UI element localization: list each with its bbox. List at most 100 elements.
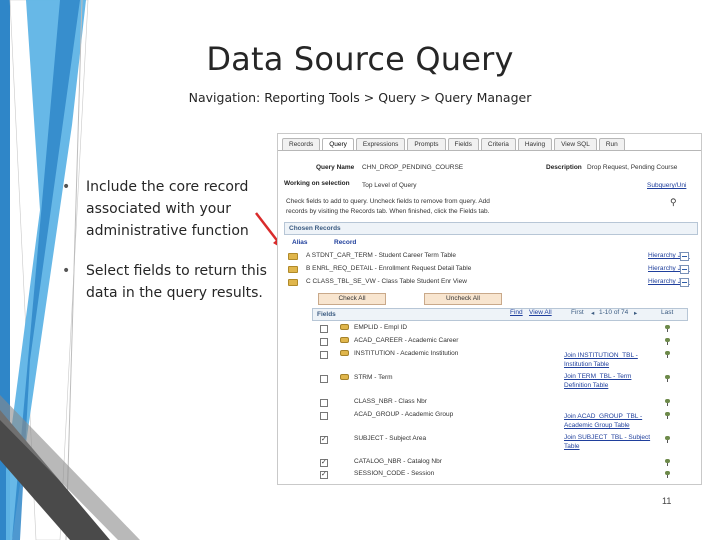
tree-icon[interactable]: [664, 399, 671, 406]
field-checkbox[interactable]: [320, 457, 328, 469]
join-link[interactable]: Join ACAD_GROUP_TBL - Academic Group Tab…: [564, 412, 656, 430]
field-checkbox[interactable]: [320, 375, 328, 383]
tab-records[interactable]: Records: [282, 138, 321, 150]
field-row: INSTITUTION - Academic Institution Join …: [318, 348, 688, 368]
tab-having[interactable]: Having: [517, 138, 553, 150]
delete-record-icon[interactable]: [680, 278, 689, 287]
find-link[interactable]: Find: [510, 309, 523, 316]
tree-icon[interactable]: [664, 459, 671, 466]
subquery-link[interactable]: Subquery/Uni: [647, 182, 686, 189]
tree-icon[interactable]: [664, 412, 671, 419]
field-name: EMPLID - Empl ID: [354, 324, 408, 331]
field-checkbox[interactable]: [320, 412, 328, 420]
tree-icon[interactable]: [664, 375, 671, 382]
field-name: INSTITUTION - Academic Institution: [354, 350, 459, 357]
alias-column-header: Alias: [292, 239, 308, 246]
bullet-dot: •: [62, 179, 71, 195]
instructions-line: records by visiting the Records tab. Whe…: [286, 208, 490, 215]
view-all-link[interactable]: View All: [529, 309, 552, 316]
description-value: Drop Request, Pending Course: [587, 164, 678, 171]
check-all-button[interactable]: Check All: [318, 293, 386, 305]
field-row: CATALOG_NBR - Catalog Nbr: [318, 456, 688, 469]
field-row: SESSION_CODE - Session: [318, 468, 688, 481]
key-icon: [340, 374, 349, 380]
working-on-selection-label: Working on selection: [284, 180, 350, 187]
chosen-records-header: Chosen Records: [284, 222, 698, 235]
slide: Data Source Query Navigation: Reporting …: [0, 0, 720, 540]
working-on-selection-value: Top Level of Query: [362, 182, 417, 189]
slide-title: Data Source Query: [206, 40, 514, 78]
first-link[interactable]: First: [571, 309, 584, 316]
delete-record-icon[interactable]: [680, 265, 689, 274]
bullet-item: • Select fields to return this data in t…: [60, 260, 270, 304]
tab-divider: [278, 150, 701, 151]
field-row: EMPLID - Empl ID: [318, 322, 688, 334]
fields-title: Fields: [317, 311, 336, 318]
join-link[interactable]: Join SUBJECT_TBL - Subject Table: [564, 433, 656, 451]
tree-icon[interactable]: [664, 471, 671, 478]
bullet-text: Include the core record associated with …: [86, 179, 249, 239]
field-checkbox[interactable]: [320, 325, 328, 333]
field-checkbox[interactable]: [320, 399, 328, 407]
join-link[interactable]: Join INSTITUTION_TBL - Institution Table: [564, 351, 656, 369]
slide-subtitle: Navigation: Reporting Tools > Query > Qu…: [188, 90, 532, 105]
folder-icon[interactable]: [288, 279, 298, 286]
field-name: CATALOG_NBR - Catalog Nbr: [354, 458, 442, 465]
record-name: C CLASS_TBL_SE_VW - Class Table Student …: [306, 278, 467, 285]
field-checkbox[interactable]: [320, 351, 328, 359]
instructions-line: Check fields to add to query. Uncheck fi…: [286, 198, 490, 205]
field-name: STRM - Term: [354, 374, 393, 381]
left-arrow-icon[interactable]: ◂: [591, 309, 594, 317]
key-icon: [340, 350, 349, 356]
page-indicator: 1-10 of 74: [599, 309, 629, 316]
chosen-record-row: A STDNT_CAR_TERM - Student Career Term T…: [286, 250, 696, 262]
chosen-record-row: C CLASS_TBL_SE_VW - Class Table Student …: [286, 276, 696, 288]
field-checkbox[interactable]: [320, 469, 328, 481]
query-name-label: Query Name: [316, 164, 355, 171]
tree-icon[interactable]: [664, 325, 671, 332]
field-row: ACAD_CAREER - Academic Career: [318, 335, 688, 347]
help-icon[interactable]: ⚲: [670, 197, 677, 208]
tree-icon[interactable]: [664, 436, 671, 443]
bullet-dot: •: [62, 263, 71, 279]
bullet-list: • Include the core record associated wit…: [60, 176, 270, 322]
tab-prompts[interactable]: Prompts: [407, 138, 446, 150]
bullet-item: • Include the core record associated wit…: [60, 176, 270, 242]
field-row: CLASS_NBR - Class Nbr: [318, 396, 688, 408]
tab-view-sql[interactable]: View SQL: [554, 138, 597, 150]
record-name: A STDNT_CAR_TERM - Student Career Term T…: [306, 252, 457, 259]
tree-icon[interactable]: [664, 351, 671, 358]
record-name: B ENRL_REQ_DETAIL - Enrollment Request D…: [306, 265, 472, 272]
right-arrow-icon[interactable]: ▸: [634, 309, 637, 317]
field-name: ACAD_CAREER - Academic Career: [354, 337, 459, 344]
field-checkbox[interactable]: [320, 338, 328, 346]
tab-query[interactable]: Query: [322, 138, 354, 150]
field-name: SUBJECT - Subject Area: [354, 435, 427, 442]
field-name: ACAD_GROUP - Academic Group: [354, 411, 454, 418]
record-column-header: Record: [334, 239, 357, 246]
key-icon: [340, 337, 349, 343]
tab-fields[interactable]: Fields: [447, 138, 479, 150]
join-link[interactable]: Join TERM_TBL - Term Definition Table: [564, 372, 656, 390]
field-checkbox[interactable]: [320, 434, 328, 446]
field-name: SESSION_CODE - Session: [354, 470, 435, 477]
fields-grid-header: Fields: [312, 308, 688, 321]
tab-run[interactable]: Run: [598, 138, 625, 150]
delete-record-icon[interactable]: [680, 252, 689, 261]
chosen-record-row: B ENRL_REQ_DETAIL - Enrollment Request D…: [286, 263, 696, 275]
bullet-text: Select fields to return this data in the…: [86, 263, 267, 301]
tab-expressions[interactable]: Expressions: [355, 138, 406, 150]
uncheck-all-button[interactable]: Uncheck All: [424, 293, 502, 305]
field-row: SUBJECT - Subject Area Join SUBJECT_TBL …: [318, 433, 688, 450]
folder-icon[interactable]: [288, 253, 298, 260]
description-label: Description: [546, 164, 582, 171]
tab-criteria[interactable]: Criteria: [480, 138, 516, 150]
last-link[interactable]: Last: [661, 309, 673, 316]
folder-icon[interactable]: [288, 266, 298, 273]
query-name-value: CHN_DROP_PENDING_COURSE: [362, 164, 464, 171]
key-icon: [340, 324, 349, 330]
tree-icon[interactable]: [664, 338, 671, 345]
field-row: STRM - Term Join TERM_TBL - Term Definit…: [318, 372, 688, 389]
query-tabs: Records Query Expressions Prompts Fields…: [282, 138, 627, 150]
instructions-text: Check fields to add to query. Uncheck fi…: [286, 197, 686, 217]
